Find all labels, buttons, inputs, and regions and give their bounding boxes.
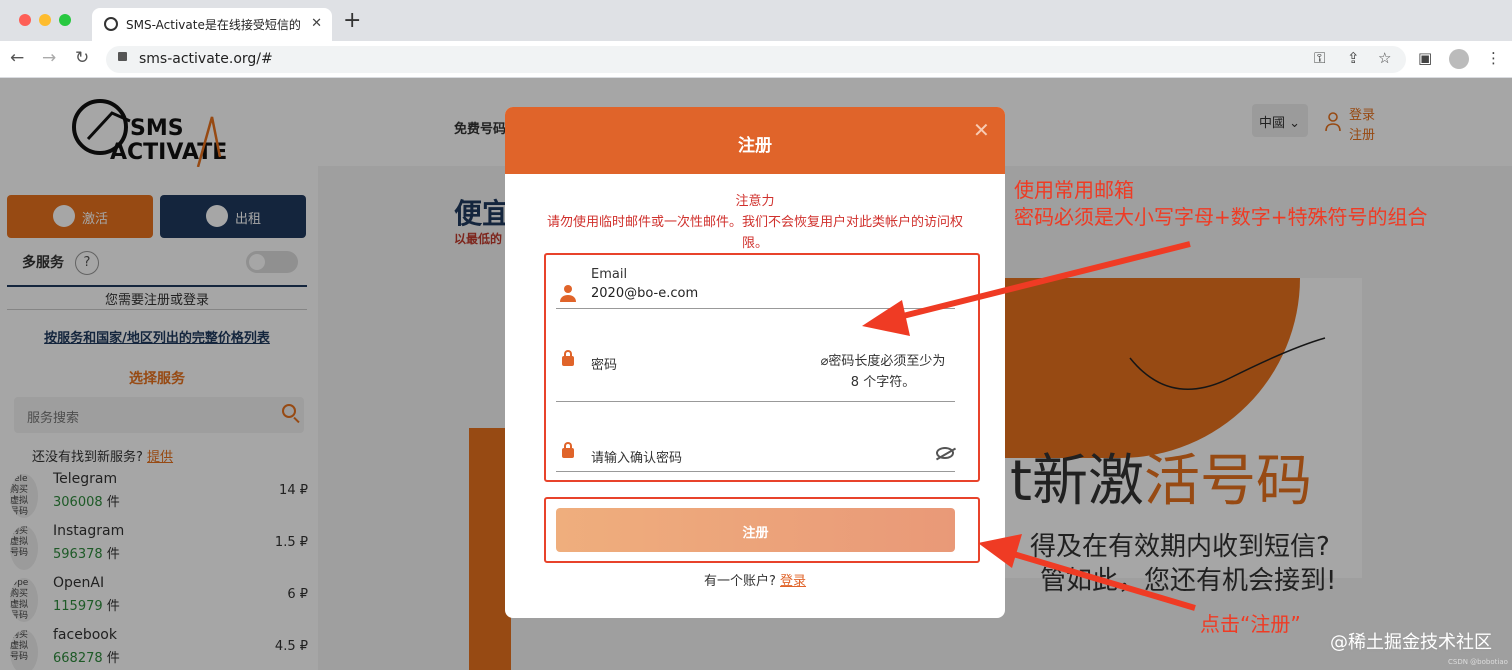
watermark: @稀土掘金技术社区 xyxy=(1330,632,1492,653)
annotation-arrows xyxy=(862,241,1196,611)
watermark-small: CSDN @bobotiao xyxy=(1448,658,1508,666)
